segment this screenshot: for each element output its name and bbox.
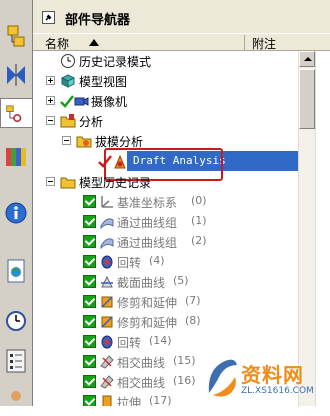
assembly-navigator-icon[interactable] — [3, 22, 29, 52]
through-curves-icon — [99, 234, 115, 250]
model-view-icon — [60, 73, 76, 89]
intersection-curve-icon — [99, 354, 115, 370]
revolve-icon — [99, 254, 115, 270]
expand-toggle[interactable] — [46, 96, 55, 105]
sort-ascending-icon — [89, 39, 99, 46]
folder-icon — [60, 174, 76, 190]
roles-icon[interactable] — [3, 386, 29, 416]
tree-item-feature[interactable]: 通过曲线组 (2) — [33, 232, 298, 252]
visibility-checkbox[interactable] — [83, 295, 96, 308]
clock-icon — [60, 53, 76, 69]
watermark: 资料网 ZL.XS1616.COM — [205, 355, 330, 406]
trim-extend-icon — [99, 314, 115, 330]
collapse-toggle[interactable] — [62, 136, 71, 145]
tree-item-cameras[interactable]: 摄像机 — [33, 91, 298, 111]
visibility-checkbox[interactable] — [83, 195, 96, 208]
collapse-toggle[interactable] — [46, 177, 55, 186]
column-note-header[interactable]: 附注 — [252, 35, 276, 52]
extrude-icon — [99, 394, 115, 406]
column-name-header[interactable]: 名称 — [45, 35, 69, 52]
tree-item-analysis[interactable]: 分析 — [33, 111, 298, 131]
section-curve-icon — [99, 274, 115, 290]
tree-item-model-history[interactable]: 模型历史记录 — [33, 172, 298, 192]
reuse-library-icon[interactable] — [3, 142, 29, 172]
navigator-tree: 历史记录模式 模型视图 摄像机 分析 拔模分析 Draft Analysis 模… — [33, 51, 298, 406]
part-navigator-icon[interactable] — [0, 98, 32, 128]
tree-item-feature[interactable]: 通过曲线组 (1) — [33, 212, 298, 232]
visibility-checkbox[interactable] — [83, 395, 96, 406]
panel-titlebar: 部件导航器 — [33, 0, 330, 33]
web-browser-icon[interactable] — [3, 256, 29, 286]
camera-icon — [73, 93, 89, 109]
visibility-checkbox[interactable] — [83, 275, 96, 288]
visibility-checkbox[interactable] — [83, 235, 96, 248]
tree-item-feature[interactable]: 基准坐标系 (0) — [33, 192, 298, 212]
visibility-checkbox[interactable] — [83, 375, 96, 388]
trim-extend-icon — [99, 294, 115, 310]
scroll-up-button[interactable] — [299, 51, 315, 67]
tree-item-history-mode[interactable]: 历史记录模式 — [33, 51, 298, 71]
watermark-logo — [208, 359, 237, 397]
datum-csys-icon — [99, 194, 115, 210]
watermark-url: ZL.XS1616.COM — [241, 386, 314, 396]
panel-title: 部件导航器 — [65, 13, 131, 28]
visibility-checkbox[interactable] — [83, 335, 96, 348]
system-materials-icon[interactable] — [3, 346, 29, 376]
tree-item-feature[interactable]: 回转 (4) — [33, 252, 298, 272]
collapse-toggle[interactable] — [46, 116, 55, 125]
visibility-checkbox[interactable] — [83, 255, 96, 268]
tree-item-feature[interactable]: 修剪和延伸 (8) — [33, 312, 298, 332]
revolve-icon — [99, 334, 115, 350]
column-divider[interactable] — [244, 35, 245, 50]
pin-icon[interactable] — [42, 11, 55, 24]
expand-toggle[interactable] — [46, 76, 55, 85]
constraint-navigator-icon[interactable] — [3, 60, 29, 90]
scroll-thumb[interactable] — [299, 69, 315, 129]
visibility-checkbox[interactable] — [83, 315, 96, 328]
tree-item-feature[interactable]: 修剪和延伸 (7) — [33, 292, 298, 312]
info-window-icon[interactable] — [3, 198, 29, 228]
history-clock-icon[interactable] — [3, 306, 29, 336]
draft-analysis-folder-icon — [76, 133, 92, 149]
tree-item-feature[interactable]: 截面曲线 (5) — [33, 272, 298, 292]
notes-column-area — [315, 51, 330, 406]
visibility-checkbox[interactable] — [83, 355, 96, 368]
analysis-folder-icon — [60, 113, 76, 129]
watermark-text: 资料网 — [241, 363, 304, 387]
tree-item-feature[interactable]: 回转 (14) — [33, 332, 298, 352]
vertical-scrollbar[interactable] — [298, 51, 315, 406]
intersection-curve-icon — [99, 374, 115, 390]
resource-bar — [0, 0, 33, 406]
tree-item-model-views[interactable]: 模型视图 — [33, 71, 298, 91]
part-navigator-panel: 部件导航器 名称 附注 历史记录模式 模型视图 摄像机 分析 拔模分析 Draf… — [33, 0, 330, 406]
through-curves-icon — [99, 214, 115, 230]
visibility-checkbox[interactable] — [83, 215, 96, 228]
column-header[interactable]: 名称 附注 — [33, 33, 330, 51]
